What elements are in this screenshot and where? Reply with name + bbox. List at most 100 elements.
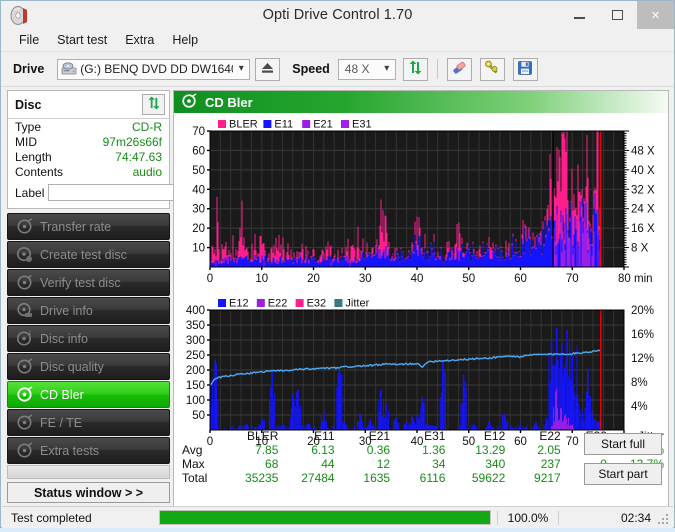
refresh-button[interactable] — [402, 57, 428, 81]
chart-bottom-svg: E12 E22 E32 Jitter 50 100 150 200 250 300 350 400 4%… — [186, 298, 654, 449]
stats-cell: 44 — [321, 457, 335, 471]
toolbar-separator — [436, 59, 438, 79]
speed-select[interactable]: 48 X ▾ — [337, 58, 396, 80]
stats-cell: 9217 — [534, 471, 561, 485]
stats-col-e22: E22 — [539, 429, 561, 443]
save-button[interactable] — [512, 57, 538, 81]
svg-text:E22: E22 — [268, 298, 288, 310]
svg-text:4%: 4% — [631, 401, 648, 413]
stats-col-e21: E21 — [368, 429, 391, 443]
menu-bar: File Start test Extra Help — [1, 29, 674, 52]
drive-value: (G:) BENQ DVD DD DW1640 BSRB — [80, 62, 234, 76]
sidebar-item-create-test-disc[interactable]: Create test disc — [7, 241, 170, 268]
resize-grip-icon[interactable] — [658, 514, 669, 525]
cd-bler-icon — [181, 92, 197, 112]
stats-cell: 6.13 — [311, 443, 335, 457]
stats-cell: 7.85 — [255, 443, 279, 457]
svg-text:E12: E12 — [229, 298, 249, 310]
refresh-icon — [147, 96, 161, 113]
drive-select[interactable]: (G:) BENQ DVD DD DW1640 BSRB ▾ — [57, 58, 251, 80]
speed-value: 48 X — [344, 62, 370, 76]
stats-col-e12: E12 — [483, 429, 506, 443]
stats-row-label: Total — [182, 471, 208, 485]
chart-cd-bler-top: BLER E11 E21 E31 10 20 30 40 50 60 70 8 X 16 X 24 X 32… — [174, 113, 668, 292]
tools-button[interactable] — [479, 57, 505, 81]
svg-text:12%: 12% — [631, 353, 654, 365]
progress-fill — [160, 511, 490, 524]
close-button[interactable]: × — [637, 1, 674, 29]
eraser-icon — [451, 61, 467, 78]
chevron-down-icon: ▾ — [238, 63, 244, 74]
sidebar-item-disc-info[interactable]: Disc info — [7, 325, 170, 352]
fe-te-icon — [16, 414, 33, 431]
sidebar-item-extra-tests[interactable]: Extra tests — [7, 437, 170, 464]
disc-refresh-button[interactable] — [142, 94, 165, 115]
svg-text:100: 100 — [186, 395, 205, 407]
menu-item-help[interactable]: Help — [163, 31, 207, 49]
svg-text:350: 350 — [186, 320, 205, 332]
svg-text:50: 50 — [192, 165, 205, 177]
svg-text:E11: E11 — [274, 119, 293, 131]
stats-cell: 0.36 — [366, 443, 391, 457]
app-icon — [9, 5, 30, 26]
eject-icon — [260, 61, 275, 77]
speed-label: Speed — [292, 62, 330, 76]
svg-text:40 X: 40 X — [631, 165, 655, 177]
svg-text:24 X: 24 X — [631, 204, 655, 216]
sidebar-item-label: Verify test disc — [40, 275, 121, 290]
minimize-icon — [573, 17, 585, 19]
svg-text:0: 0 — [207, 273, 213, 285]
sidebar-item-verify-test-disc[interactable]: Verify test disc — [7, 269, 170, 296]
svg-text:200: 200 — [186, 365, 205, 377]
svg-text:50: 50 — [192, 410, 205, 422]
extra-tests-icon — [16, 442, 33, 459]
sidebar-item-label: FE / TE — [40, 415, 83, 430]
progress-percent: 100.0% — [497, 510, 558, 525]
start-part-button[interactable]: Start part — [584, 463, 662, 485]
drive-label: Drive — [13, 62, 45, 76]
sidebar-item-transfer-rate[interactable]: Transfer rate — [7, 213, 170, 240]
sidebar-item-disc-quality[interactable]: Disc quality — [7, 353, 170, 380]
start-full-button[interactable]: Start full — [584, 433, 662, 455]
minimize-button[interactable] — [560, 1, 598, 29]
svg-text:70: 70 — [566, 273, 579, 285]
chevron-down-icon: ▾ — [384, 63, 390, 74]
maximize-icon — [611, 10, 623, 20]
menu-item-file[interactable]: File — [10, 31, 48, 49]
sidebar-nav: Transfer rate Create test disc Verify te… — [7, 213, 170, 503]
svg-text:Jitter: Jitter — [345, 298, 369, 310]
sidebar-item-fe-te[interactable]: FE / TE — [7, 409, 170, 436]
menu-item-start-test[interactable]: Start test — [48, 31, 116, 49]
disc-row-type: Type CD-R — [8, 119, 169, 134]
menu-item-extra[interactable]: Extra — [116, 31, 163, 49]
disc-row-mid: MID 97m26s66f — [8, 134, 169, 149]
stats-cell: 237 — [540, 457, 561, 471]
stats-cell: 68 — [265, 457, 279, 471]
eject-button[interactable] — [255, 57, 281, 81]
cd-bler-icon — [16, 386, 33, 403]
disc-row-value: 74:47.63 — [115, 150, 162, 164]
disc-label-key: Label — [15, 185, 45, 200]
sidebar-item-drive-info[interactable]: Drive info — [7, 297, 170, 324]
status-text: Test completed — [11, 510, 92, 525]
status-window-button[interactable]: Status window > > — [7, 482, 170, 503]
svg-text:40: 40 — [192, 184, 205, 196]
left-pane: Disc Type CD-R MID 97m26s66f Length 74:4… — [7, 90, 253, 521]
action-buttons: Start full Start part — [584, 433, 662, 493]
erase-button[interactable] — [446, 57, 472, 81]
disc-row-key: Length — [15, 150, 52, 164]
save-icon — [518, 60, 533, 78]
stats-col-e11: E11 — [314, 429, 335, 443]
maximize-button[interactable] — [598, 1, 636, 29]
disc-row-value: audio — [132, 165, 162, 179]
svg-text:10: 10 — [192, 243, 205, 255]
disc-row-value: 97m26s66f — [102, 135, 162, 149]
elapsed-time: 02:34 — [558, 510, 673, 525]
disc-label-row: Label — [8, 179, 253, 208]
stats-cell: 34 — [432, 457, 446, 471]
disc-panel-header: Disc — [8, 91, 169, 119]
sidebar-item-cd-bler[interactable]: CD Bler — [7, 381, 170, 408]
svg-text:40: 40 — [411, 273, 424, 285]
stats-cell: 35235 — [245, 471, 279, 485]
drive-icon — [61, 62, 77, 76]
